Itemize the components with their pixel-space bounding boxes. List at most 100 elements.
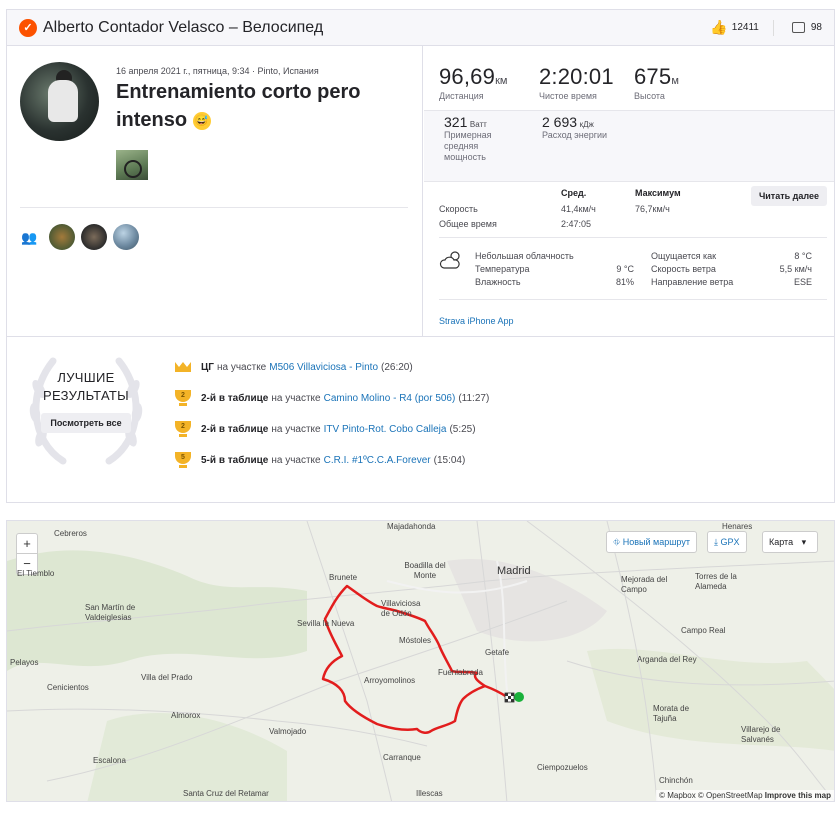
new-route-label: Новый маршрут — [622, 537, 690, 547]
map-label: El Tiemblo — [17, 569, 55, 578]
map-type-label: Карта — [769, 537, 794, 547]
achievement-prefix: на участке — [271, 423, 321, 435]
map-label: Arganda del Rey — [637, 655, 697, 664]
map-type-dropdown[interactable]: Карта ▾ — [762, 531, 818, 553]
achievement-prefix: на участке — [271, 392, 321, 404]
view-all-button[interactable]: Посмотреть все — [41, 413, 131, 433]
feels-like-value: 8 °C — [794, 251, 812, 261]
speed-label: Скорость — [439, 204, 478, 214]
download-icon: ⤓ — [714, 537, 718, 547]
kudos-icon[interactable]: 👍 — [710, 19, 727, 36]
sweat-smile-emoji-icon: 😅 — [192, 111, 211, 130]
achievement-time: (11:27) — [458, 392, 490, 404]
achievement-title: ЦГ — [201, 361, 214, 373]
chevron-down-icon: ▾ — [801, 537, 807, 547]
map-label: Chinchón — [659, 776, 693, 785]
map-label: Villa del Prado — [141, 673, 193, 682]
map-attribution: © Mapbox © OpenStreetMap Improve this ma… — [656, 790, 834, 801]
improve-map-link[interactable]: Improve this map — [765, 791, 831, 800]
best-results-line: РЕЗУЛЬТАТЫ — [43, 388, 129, 403]
map-label: Madrid — [497, 565, 531, 577]
weather-condition: Небольшая облачность — [475, 251, 574, 261]
map-label: Carranque — [383, 753, 421, 762]
stat-value: 2 693 — [542, 114, 578, 130]
laurel-wreath-icon — [29, 357, 143, 465]
achievement-row: 2 2-й в таблице на участке ITV Pinto-Rot… — [175, 421, 476, 437]
athlete-avatar[interactable] — [20, 62, 99, 141]
stat-label: Дистанция — [439, 91, 484, 101]
activity-name-text: Entrenamiento corto pero intenso — [116, 81, 361, 131]
crown-icon — [175, 359, 191, 375]
stat-value: 2:20:01 — [539, 64, 614, 89]
comment-icon[interactable] — [791, 22, 805, 33]
osm-attribution-link[interactable]: © OpenStreetMap — [698, 791, 763, 800]
trophy-icon: 2 — [175, 390, 191, 406]
route-map[interactable]: + − ⛗ Новый маршрут ⤓ GPX Карта ▾ Majada… — [6, 520, 835, 802]
achievement-prefix: на участке — [216, 361, 267, 373]
device-link[interactable]: Strava iPhone App — [439, 316, 514, 326]
mapbox-attribution-link[interactable]: © Mapbox — [659, 791, 696, 800]
map-label: Mejorada del Campo — [621, 575, 668, 594]
partly-cloudy-icon — [439, 251, 460, 269]
map-label: Villaviciosa de Odón — [381, 599, 421, 618]
best-results-title: ЛУЧШИЕ РЕЗУЛЬТАТЫ — [37, 369, 135, 405]
athlete-activity-title[interactable]: Alberto Contador Velasco – Велосипед — [43, 19, 323, 37]
route-finish-marker — [504, 692, 515, 703]
map-label: Brunete — [329, 573, 358, 582]
achievement-prefix: на участке — [271, 454, 321, 466]
trophy-icon: 5 — [175, 452, 191, 468]
divider — [439, 299, 827, 300]
map-label: Valmojado — [269, 727, 307, 736]
stat-unit: км — [495, 75, 508, 87]
comment-count[interactable]: 98 — [811, 22, 822, 33]
divider — [772, 19, 774, 36]
stat-distance: 96,69км Дистанция — [439, 64, 507, 101]
map-label: Majadahonda — [387, 522, 436, 531]
wind-speed-label: Скорость ветра — [651, 264, 716, 274]
stat-label: Расход энергии — [542, 130, 608, 140]
map-label: Santa Cruz del Retamar — [183, 789, 269, 798]
divider — [20, 207, 408, 208]
group-athlete-avatar[interactable] — [81, 224, 107, 250]
stat-power: 321 Ватт Примерная средняя мощность — [444, 115, 514, 163]
stat-value: 96,69 — [439, 64, 496, 89]
map-label: Campo Real — [681, 626, 726, 635]
segment-link[interactable]: C.R.I. #1ºC.C.A.Forever — [324, 455, 431, 466]
map-label: Pelayos — [10, 658, 39, 667]
gpx-label: GPX — [720, 537, 740, 547]
achievement-time: (5:25) — [449, 423, 476, 435]
map-label: Almorox — [171, 711, 201, 720]
segment-link[interactable]: ITV Pinto-Rot. Cobo Calleja — [324, 424, 447, 435]
activity-summary: 16 апреля 2021 г., пятница, 9:34 · Pinto… — [7, 46, 423, 336]
humidity-label: Влажность — [475, 277, 521, 287]
route-start-marker — [514, 692, 524, 702]
speed-max: 76,7км/ч — [635, 204, 670, 214]
map-label: Boadilla del Monte — [404, 561, 446, 580]
map-label: Henares — [722, 522, 753, 531]
activity-date: 16 апреля 2021 г., пятница, 9:34 · Pinto… — [116, 66, 319, 76]
segment-link[interactable]: Camino Molino - R4 (por 506) — [324, 393, 456, 404]
read-more-button[interactable]: Читать далее — [750, 186, 827, 206]
map-label: Sevilla la Nueva — [297, 619, 355, 628]
map-label: Illescas — [416, 789, 443, 798]
gpx-button[interactable]: ⤓ GPX — [707, 531, 747, 553]
segment-link[interactable]: M506 Villaviciosa - Pinto — [269, 362, 378, 373]
zoom-in-button[interactable]: + — [17, 534, 37, 554]
achievement-time: (15:04) — [433, 454, 466, 466]
activity-photo-thumbnail[interactable] — [116, 150, 148, 180]
new-route-button[interactable]: ⛗ Новый маршрут — [606, 531, 697, 553]
secondary-stats: 321 Ватт Примерная средняя мощность 2 69… — [424, 110, 834, 182]
group-athlete-avatar[interactable] — [49, 224, 75, 250]
map-label: Cebreros — [54, 529, 87, 538]
activity-name: Entrenamiento corto pero intenso 😅 — [116, 78, 406, 134]
group-athlete-avatar[interactable] — [113, 224, 139, 250]
map-label: Escalona — [93, 756, 126, 765]
col-header-max: Максимум — [635, 188, 681, 198]
stat-label: Примерная средняя мощность — [444, 130, 492, 162]
achievement-title: 5-й в таблице — [201, 454, 269, 466]
route-icon: ⛗ — [613, 537, 621, 547]
wind-direction-label: Направление ветра — [651, 277, 734, 287]
achievement-row: 2 2-й в таблице на участке Camino Molino… — [175, 390, 489, 406]
wind-direction-value: ESE — [793, 277, 812, 287]
kudos-count[interactable]: 12411 — [732, 22, 759, 33]
